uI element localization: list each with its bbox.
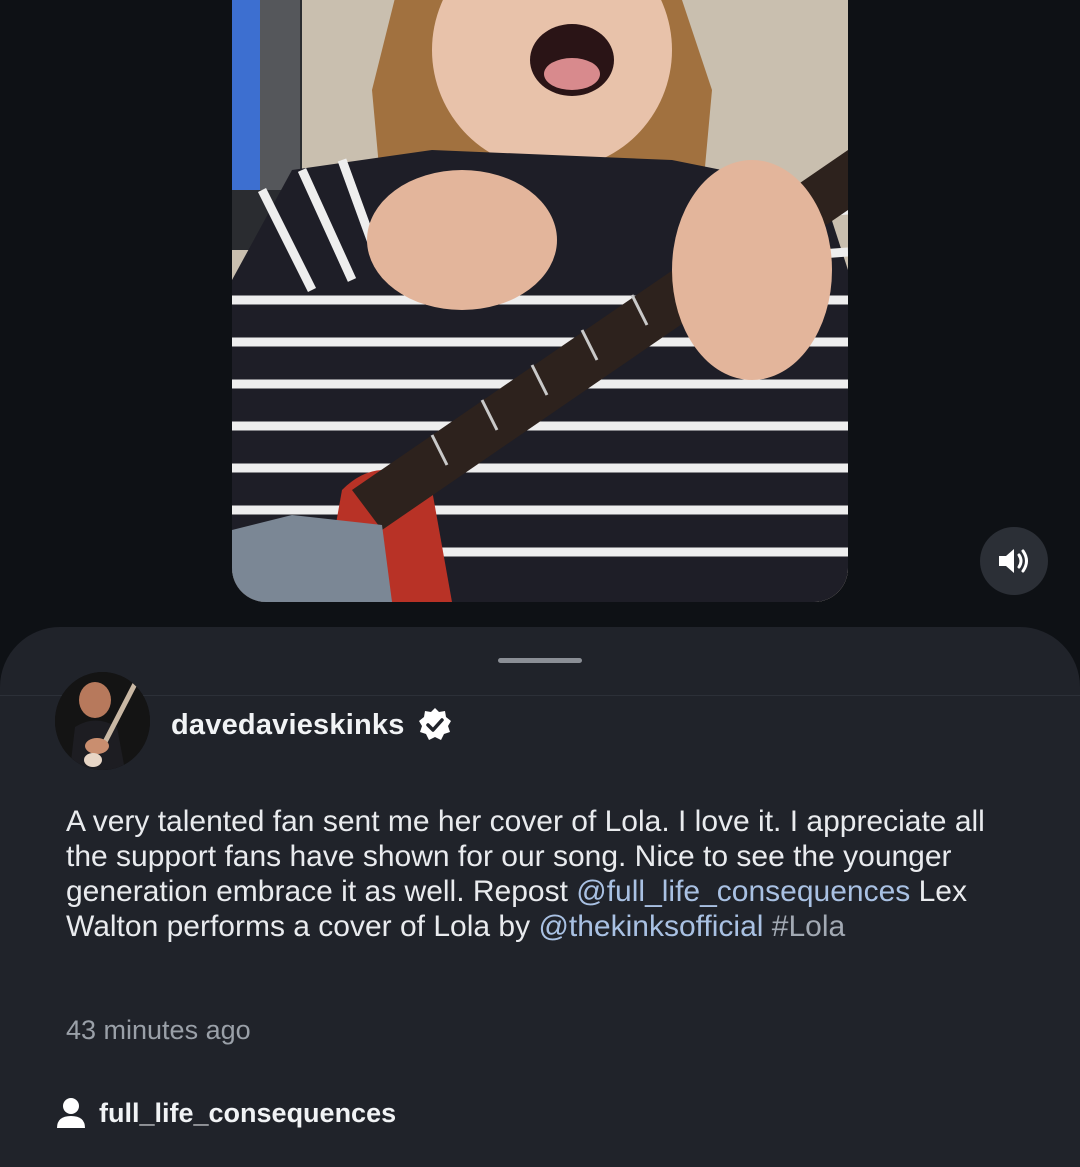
mention-link[interactable]: @full_life_consequences: [576, 875, 910, 908]
audio-toggle-button[interactable]: [980, 527, 1048, 595]
speaker-icon: [999, 549, 1028, 573]
sheet-drag-handle[interactable]: [498, 658, 582, 663]
post-details-sheet: davedavieskinks A very talented fan sent…: [0, 627, 1080, 1167]
post-timestamp: 43 minutes ago: [66, 1015, 251, 1045]
author-username[interactable]: davedavieskinks: [171, 709, 405, 742]
author-row: davedavieskinks: [171, 705, 453, 745]
avatar-image: [55, 672, 150, 770]
repost-source-row[interactable]: full_life_consequences: [56, 1095, 396, 1131]
video-frame: [232, 0, 848, 602]
post-caption: A very talented fan sent me her cover of…: [66, 804, 1026, 944]
caption-text: [763, 910, 771, 943]
source-account-name: full_life_consequences: [99, 1097, 397, 1128]
mention-link[interactable]: @thekinksofficial: [538, 910, 763, 943]
person-icon: [57, 1098, 85, 1128]
divider: [0, 695, 1080, 696]
verified-badge-icon: [418, 708, 451, 740]
video-player[interactable]: [232, 0, 848, 602]
avatar[interactable]: [55, 672, 150, 770]
hashtag-link[interactable]: #Lola: [772, 910, 845, 943]
